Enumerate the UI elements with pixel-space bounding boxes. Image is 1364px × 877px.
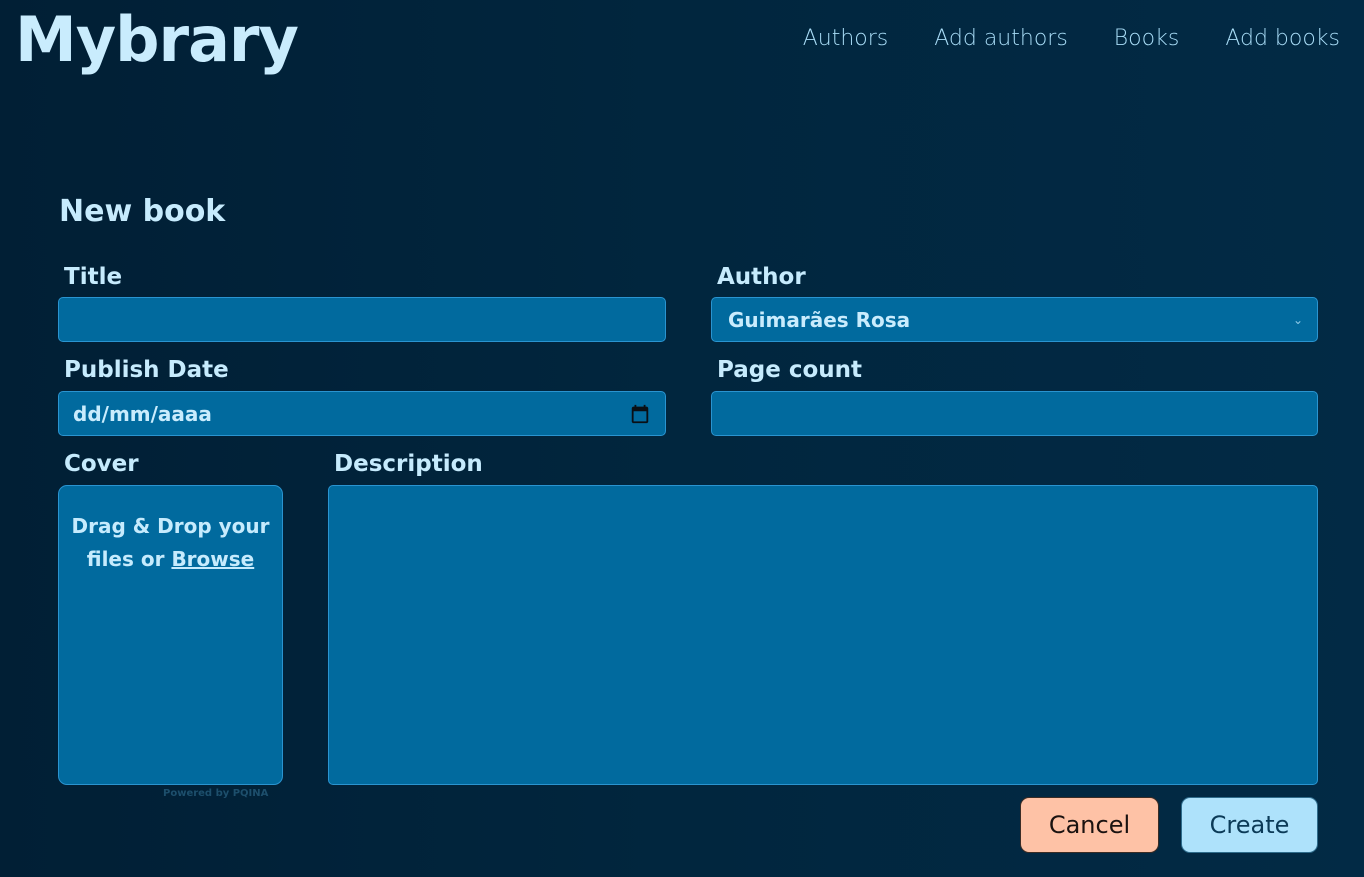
nav-add-authors[interactable]: Add authors <box>934 24 1068 54</box>
create-button[interactable]: Create <box>1181 797 1318 853</box>
publish-date-label: Publish Date <box>64 357 229 383</box>
cancel-button[interactable]: Cancel <box>1020 797 1159 853</box>
nav-books[interactable]: Books <box>1114 24 1180 54</box>
publish-date-input[interactable]: dd/mm/aaaa <box>58 391 666 436</box>
nav-authors[interactable]: Authors <box>803 24 889 54</box>
description-label: Description <box>334 451 483 477</box>
author-select[interactable]: Guimarães Rosa ⌄ <box>711 297 1318 342</box>
cover-label: Cover <box>64 451 139 477</box>
page-count-input[interactable] <box>711 391 1318 436</box>
powered-by-label[interactable]: Powered by PQINA <box>163 788 268 799</box>
publish-date-placeholder: dd/mm/aaaa <box>73 401 212 426</box>
author-selected-value: Guimarães Rosa <box>728 307 911 332</box>
calendar-icon[interactable] <box>629 403 651 425</box>
title-input[interactable] <box>58 297 666 342</box>
title-label: Title <box>64 264 123 290</box>
page-count-label: Page count <box>717 357 863 383</box>
nav-add-books[interactable]: Add books <box>1225 24 1340 54</box>
cover-dropzone[interactable]: Drag & Drop your files or Browse <box>58 485 283 785</box>
main-nav: Authors Add authors Books Add books <box>803 24 1340 54</box>
browse-link[interactable]: Browse <box>171 547 254 571</box>
description-textarea[interactable] <box>328 485 1318 785</box>
brand-logo[interactable]: Mybrary <box>15 2 299 78</box>
chevron-down-icon: ⌄ <box>1292 312 1303 327</box>
page-title: New book <box>59 194 226 229</box>
author-label: Author <box>717 264 806 290</box>
